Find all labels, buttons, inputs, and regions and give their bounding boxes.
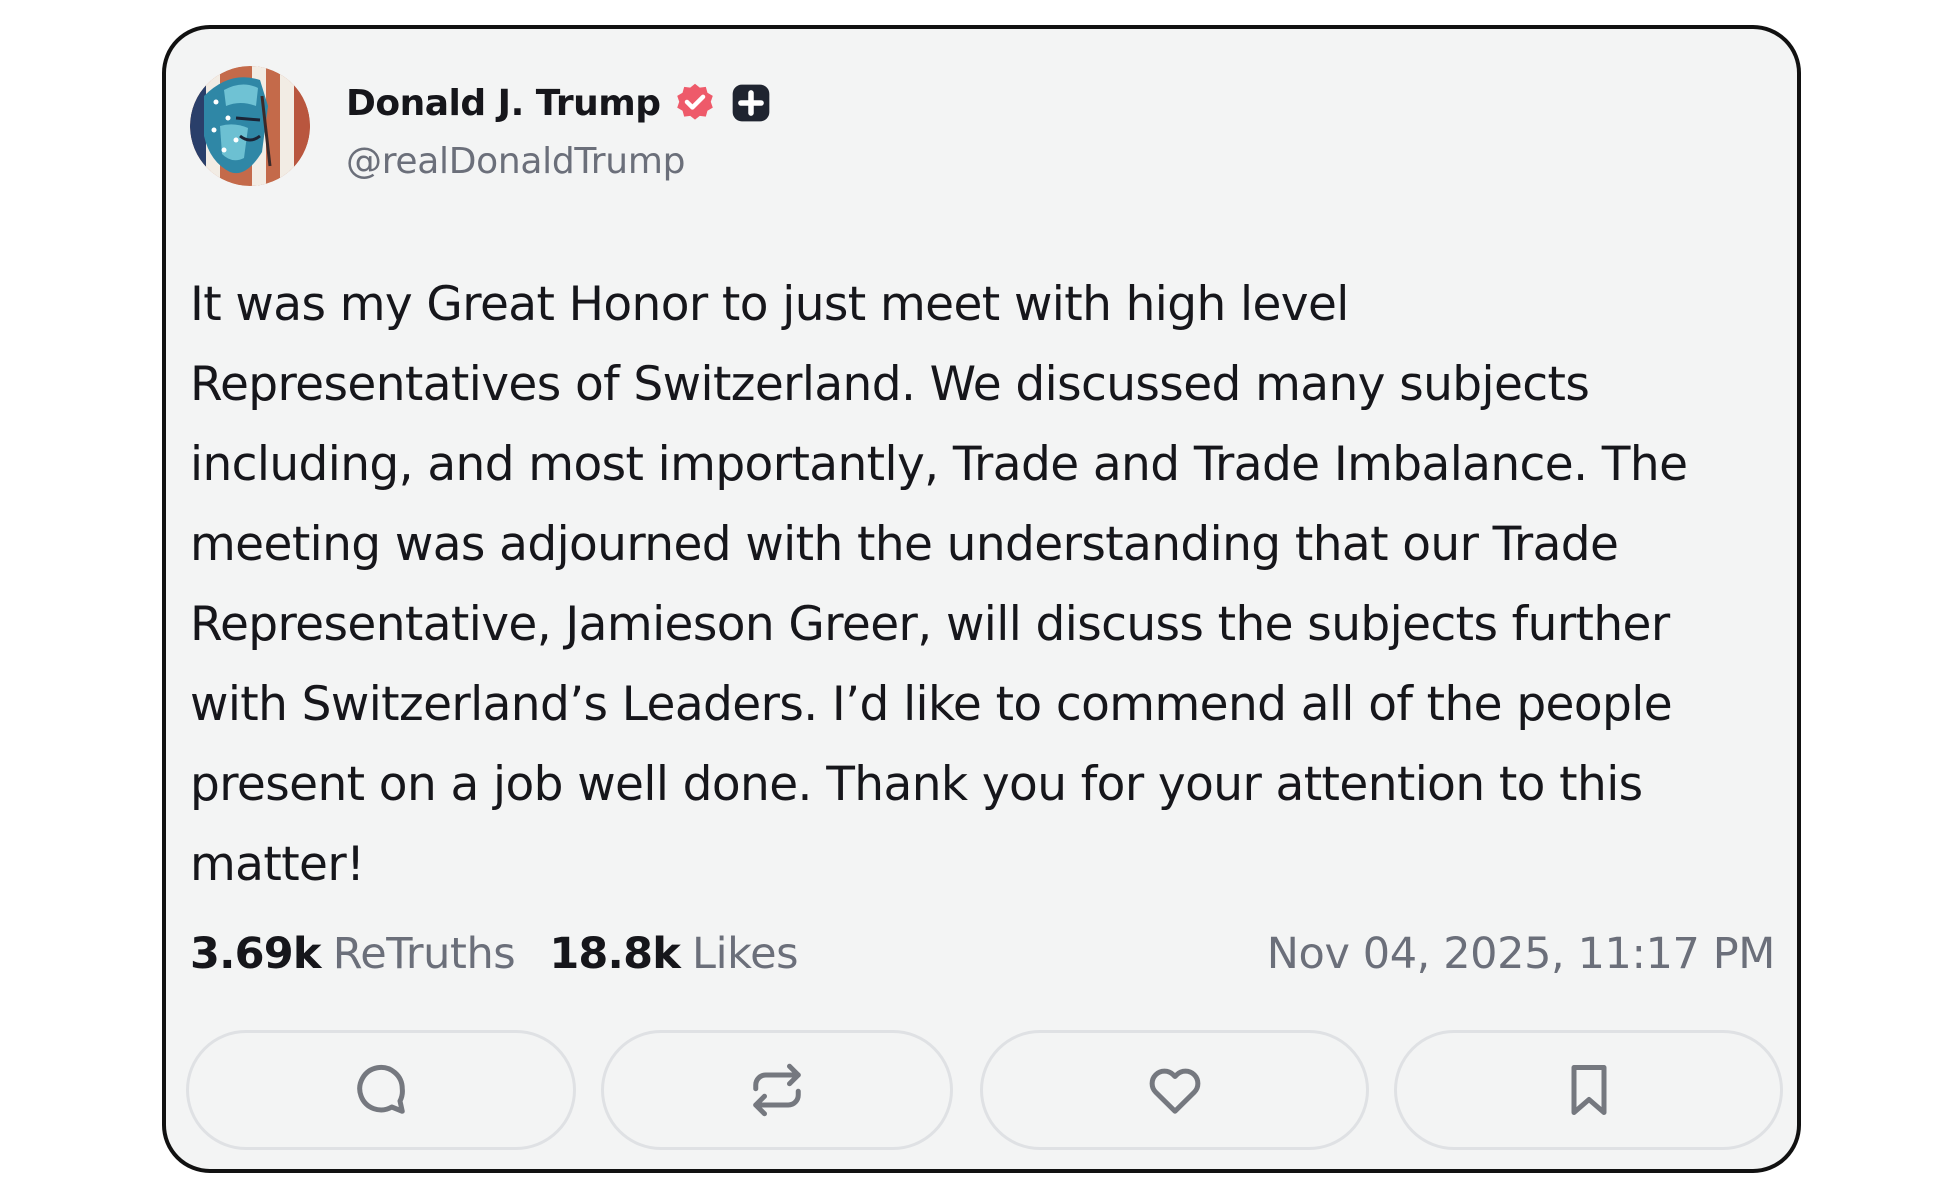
likes-label: Likes <box>692 929 799 979</box>
bookmark-button[interactable] <box>1394 1030 1783 1150</box>
post-timestamp[interactable]: Nov 04, 2025, 11:17 PM <box>1267 929 1776 979</box>
post-text-line: meeting was adjourned with the understan… <box>190 517 1619 572</box>
retruths-count: 3.69k <box>190 929 322 979</box>
likes-stat[interactable]: 18.8k Likes <box>549 929 798 979</box>
post-text-line: with Switzerland’s Leaders. I’d like to … <box>190 677 1673 732</box>
verified-badge-icon <box>673 81 717 125</box>
post-stats: 3.69k ReTruths 18.8k Likes <box>190 929 832 979</box>
heart-icon <box>1145 1060 1205 1120</box>
author-name-row: Donald J. Trump <box>346 75 773 131</box>
post-text-line: Representatives of Switzerland. We discu… <box>190 357 1590 412</box>
bookmark-icon <box>1559 1060 1619 1120</box>
post-text-line: It was my Great Honor to just meet with … <box>190 277 1349 332</box>
retruths-stat[interactable]: 3.69k ReTruths <box>190 929 516 979</box>
avatar[interactable] <box>190 66 310 186</box>
comment-icon <box>351 1060 411 1120</box>
likes-count: 18.8k <box>549 929 681 979</box>
repost-icon <box>747 1060 807 1120</box>
post-text-line: Representative, Jamieson Greer, will dis… <box>190 597 1670 652</box>
post-text-line: present on a job well done. Thank you fo… <box>190 757 1643 812</box>
retruth-button[interactable] <box>601 1030 953 1150</box>
post-text-line: including, and most importantly, Trade a… <box>190 437 1688 492</box>
post-text-line: matter! <box>190 837 365 892</box>
plus-square-icon <box>729 81 773 125</box>
post-text: It was my Great Honor to just meet with … <box>190 265 1688 905</box>
post-card: Donald J. Trump @realDonaldTrump It was … <box>162 25 1801 1173</box>
author-handle[interactable]: @realDonaldTrump <box>346 141 685 182</box>
reply-button[interactable] <box>186 1030 576 1150</box>
retruths-label: ReTruths <box>332 929 516 979</box>
author-display-name[interactable]: Donald J. Trump <box>346 83 661 124</box>
like-button[interactable] <box>980 1030 1369 1150</box>
